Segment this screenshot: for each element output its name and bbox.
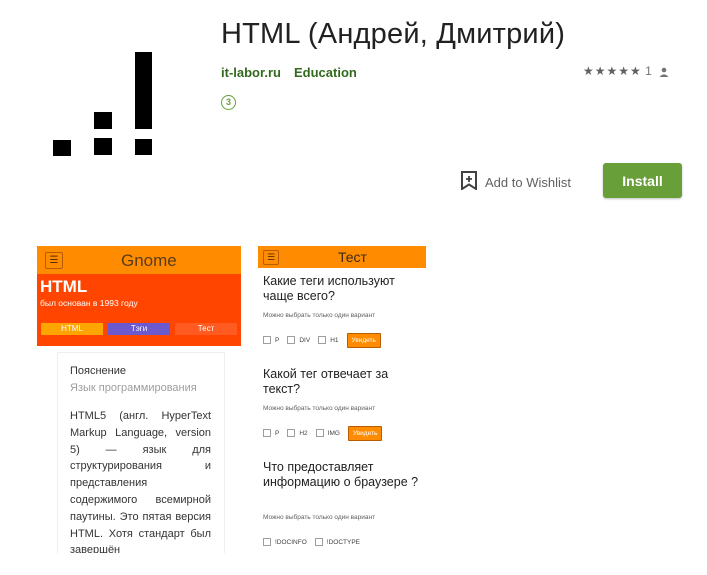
star-icon: ★★★★★: [583, 64, 642, 78]
panel-title: Пояснение: [70, 365, 127, 377]
option-checkbox[interactable]: H1: [318, 336, 339, 344]
person-icon: [659, 66, 669, 80]
signal-bar-2a: [94, 112, 112, 129]
install-button[interactable]: Install: [603, 163, 682, 198]
see-answer-button[interactable]: Увидеть: [346, 332, 381, 348]
screenshot-1-tabs: HTML Тэги Тест: [40, 323, 238, 337]
panel-body: HTML5 (англ. HyperText Markup Language, …: [70, 410, 211, 553]
option-checkbox[interactable]: P: [263, 429, 279, 437]
question-3-options: !DOCINFO !DOCTYPE: [263, 535, 368, 549]
screenshot-1-title: Gnome: [121, 251, 177, 270]
option-checkbox[interactable]: DIV: [287, 336, 310, 344]
bookmark-plus-icon: [461, 171, 477, 193]
screenshot-1-subheading: был основан в 1993 году: [40, 298, 138, 308]
option-checkbox[interactable]: P: [263, 336, 279, 344]
hamburger-icon: ☰: [45, 252, 63, 269]
age-rating-badge: 3: [221, 95, 236, 110]
signal-bar-2b: [94, 138, 112, 155]
hamburger-icon: ☰: [263, 250, 279, 265]
option-checkbox[interactable]: IMG: [315, 429, 340, 437]
panel-subtitle: Язык программирования: [70, 382, 197, 394]
question-3-hint: Можно выбрать только один вариант: [263, 514, 376, 521]
tab-test: Тест: [175, 323, 237, 335]
question-2: Какой тег отвечает за текст?: [263, 367, 389, 396]
signal-bar-3a: [135, 52, 152, 129]
question-1: Какие теги используют чаще всего?: [263, 274, 395, 303]
category-link[interactable]: Education: [294, 65, 357, 80]
rating-count: 1: [645, 64, 652, 78]
screenshot-1-header: ☰ Gnome: [37, 246, 241, 274]
see-answer-button[interactable]: Увидеть: [347, 425, 383, 441]
add-to-wishlist-button[interactable]: Add to Wishlist: [461, 171, 571, 193]
rating-summary: ★★★★★ 1: [583, 64, 669, 80]
screenshot-1-panel: Пояснение Язык программирования HTML5 (а…: [57, 352, 225, 553]
screenshot-1-heading: HTML: [40, 277, 88, 296]
screenshot-2-header: ☰ Тест: [258, 246, 426, 268]
option-checkbox[interactable]: !DOCTYPE: [314, 538, 360, 546]
question-3: Что предоставляет информацию о браузере …: [263, 460, 419, 489]
signal-bar-1: [53, 140, 71, 156]
question-2-options: P H2 IMG Увидеть: [263, 425, 383, 441]
developer-link[interactable]: it-labor.ru: [221, 65, 281, 80]
question-1-hint: Можно выбрать только один вариант: [263, 312, 376, 319]
screenshot-1[interactable]: ☰ Gnome HTML был основан в 1993 году HTM…: [37, 246, 241, 346]
option-checkbox[interactable]: !DOCINFO: [263, 538, 307, 546]
screenshot-2-title: Тест: [338, 249, 367, 265]
option-checkbox[interactable]: H2: [287, 429, 308, 437]
signal-bar-3b: [135, 139, 152, 155]
tab-tags: Тэги: [108, 323, 170, 335]
app-title: HTML (Андрей, Дмитрий): [221, 18, 566, 50]
screenshot-2[interactable]: ☰ Тест Какие теги используют чаще всего?…: [258, 244, 430, 554]
question-2-hint: Можно выбрать только один вариант: [263, 405, 376, 412]
tab-html: HTML: [41, 323, 103, 335]
wishlist-label: Add to Wishlist: [485, 174, 571, 190]
question-1-options: P DIV H1 Увидеть: [263, 332, 381, 348]
app-icon: [40, 40, 165, 165]
